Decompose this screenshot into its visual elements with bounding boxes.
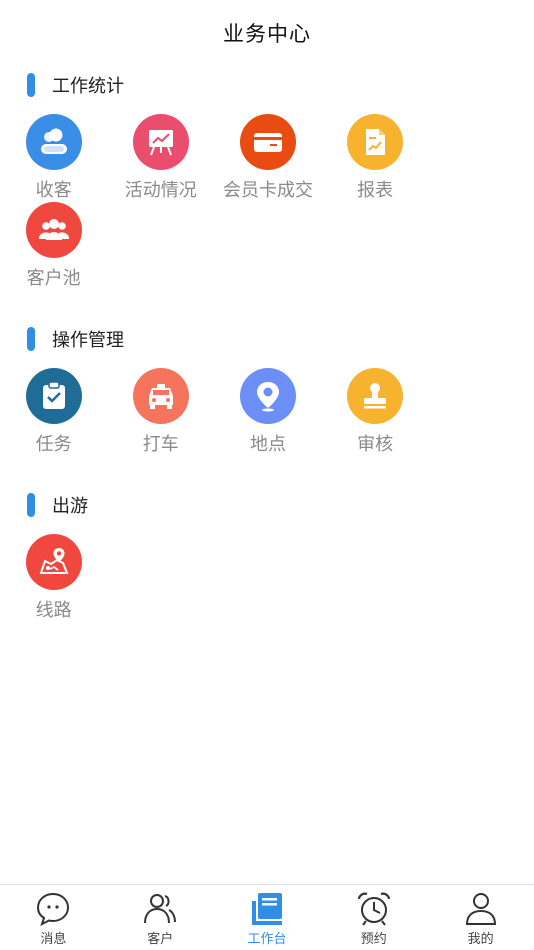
grid-item-taxi[interactable]: 打车 (107, 368, 214, 456)
section-title: 出游 (52, 496, 88, 517)
grid-item-review[interactable]: 审核 (322, 368, 429, 456)
report-icon (347, 114, 404, 170)
tab-appointments[interactable]: 预约 (320, 885, 427, 950)
group-icon (25, 202, 82, 258)
tab-customers[interactable]: 客户 (107, 885, 214, 950)
grid-item-route[interactable]: 线路 (0, 534, 107, 622)
location-pin-icon (239, 368, 296, 424)
grid-item-activity[interactable]: 活动情况 (107, 114, 214, 202)
profile-icon (465, 893, 496, 925)
tab-mine[interactable]: 我的 (427, 885, 534, 950)
section-header: 工作统计 (0, 68, 534, 102)
grid-item-membership-card[interactable]: 会员卡成交 (214, 114, 321, 202)
users-icon (25, 114, 82, 170)
grid-item-location[interactable]: 地点 (214, 368, 321, 456)
section-travel: 出游 线路 (0, 488, 534, 622)
chat-bubble-icon (37, 892, 70, 926)
grid-item-label: 任务 (35, 434, 72, 455)
presentation-chart-icon (132, 114, 189, 170)
grid-item-label: 打车 (142, 434, 179, 455)
taxi-icon (132, 368, 189, 424)
page-title: 业务中心 (223, 22, 311, 46)
grid-item-task[interactable]: 任务 (0, 368, 107, 456)
grid-item-customer-pool[interactable]: 客户池 (0, 202, 107, 290)
grid-item-label: 审核 (357, 434, 394, 455)
route-map-icon (25, 534, 82, 590)
credit-card-icon (239, 114, 296, 170)
tab-label: 工作台 (247, 932, 287, 947)
section-header: 出游 (0, 488, 534, 522)
workbench-icon (251, 893, 282, 925)
section-accent-bar (27, 493, 35, 517)
grid-item-label: 活动情况 (124, 180, 197, 201)
stamp-icon (347, 368, 404, 424)
section-title: 操作管理 (52, 330, 124, 351)
grid-item-shouke[interactable]: 收客 (0, 114, 107, 202)
grid-item-label: 客户池 (26, 268, 81, 289)
section-accent-bar (27, 327, 35, 351)
tab-label: 消息 (40, 932, 67, 947)
grid-item-label: 线路 (35, 600, 72, 621)
alarm-clock-icon (357, 892, 390, 926)
page-header: 业务中心 (0, 0, 534, 66)
grid-item-label: 收客 (35, 180, 72, 201)
tab-messages[interactable]: 消息 (0, 885, 107, 950)
clipboard-check-icon (25, 368, 82, 424)
grid-item-report[interactable]: 报表 (322, 114, 429, 202)
tab-label: 预约 (360, 932, 387, 947)
grid-item-label: 地点 (249, 434, 286, 455)
tab-label: 我的 (467, 932, 494, 947)
customers-icon (144, 894, 177, 924)
grid-item-label: 报表 (357, 180, 394, 201)
section-operations: 操作管理 任务 打车 地点 审核 (0, 322, 534, 456)
tab-workbench[interactable]: 工作台 (214, 885, 321, 950)
section-accent-bar (27, 73, 35, 97)
grid-item-label: 会员卡成交 (222, 180, 313, 201)
section-header: 操作管理 (0, 322, 534, 356)
tab-label: 客户 (147, 932, 174, 947)
bottom-tab-bar: 消息 客户 工作台 预约 我的 (0, 884, 534, 950)
section-work-stats: 工作统计 收客 活动情况 会员卡成交 报表 客户池 (0, 68, 534, 290)
section-title: 工作统计 (52, 76, 124, 97)
